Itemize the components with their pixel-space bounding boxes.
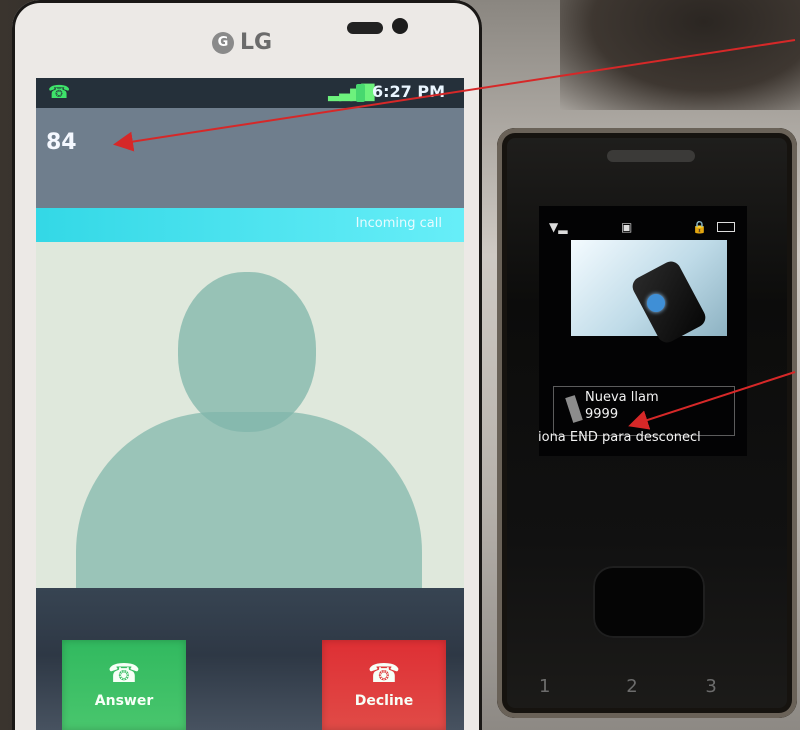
earpiece bbox=[347, 22, 383, 34]
flip-phone: ▼▂ ▣ 🔒 Nueva llam 9999 iona END para des… bbox=[497, 128, 797, 718]
avatar-body bbox=[76, 412, 422, 588]
flip-call-label: Nueva llam bbox=[585, 390, 659, 405]
lock-icon: 🔒 bbox=[692, 220, 707, 234]
flip-status-bar: ▼▂ ▣ 🔒 bbox=[549, 220, 739, 234]
caller-header: 84 bbox=[36, 108, 464, 208]
lg-logo: G LG bbox=[212, 30, 272, 55]
phone-icon: ☎ bbox=[107, 659, 141, 689]
lg-logo-text: LG bbox=[240, 30, 273, 55]
decline-label: Decline bbox=[354, 693, 414, 709]
navigation-key[interactable] bbox=[593, 566, 705, 638]
phone-image bbox=[629, 258, 709, 346]
incoming-call-label: Incoming call bbox=[355, 216, 442, 231]
avatar-head bbox=[178, 272, 316, 432]
hangup-icon: ☎ bbox=[367, 659, 401, 689]
message-icon: ▣ bbox=[621, 220, 633, 234]
flip-wallpaper bbox=[571, 240, 727, 346]
lg-screen: ☎ ▂▃▅▇ 6:27 PM 84 Incoming call ☎ Answer bbox=[36, 78, 464, 730]
phone-top-bezel: G LG bbox=[12, 0, 482, 80]
phone-icon: ☎ bbox=[48, 82, 71, 103]
flip-end-note: iona END para desconecl bbox=[539, 430, 701, 445]
signal-icon: ▼▂ bbox=[549, 220, 568, 234]
flip-speaker bbox=[607, 150, 695, 162]
incoming-call-bar: Incoming call bbox=[36, 208, 464, 242]
key-3[interactable]: 3 bbox=[705, 676, 716, 697]
key-1[interactable]: 1 bbox=[539, 676, 550, 697]
answer-label: Answer bbox=[94, 693, 154, 709]
contact-photo-area bbox=[36, 242, 464, 588]
battery-icon bbox=[356, 84, 365, 102]
key-2[interactable]: 2 bbox=[626, 676, 637, 697]
flip-screen: ▼▂ ▣ 🔒 Nueva llam 9999 iona END para des… bbox=[539, 206, 747, 456]
keypad-row: 1 2 3 bbox=[539, 676, 755, 706]
status-time: 6:27 PM bbox=[372, 82, 446, 101]
caller-number: 84 bbox=[46, 130, 77, 155]
photo-scene: G LG ☎ ▂▃▅▇ 6:27 PM 84 Incoming call ☎ A… bbox=[0, 0, 800, 730]
decline-button[interactable]: ☎ Decline bbox=[322, 640, 446, 730]
lg-phone: G LG ☎ ▂▃▅▇ 6:27 PM 84 Incoming call ☎ A… bbox=[12, 0, 482, 730]
battery-icon bbox=[717, 222, 735, 232]
status-bar: ☎ ▂▃▅▇ 6:27 PM bbox=[36, 78, 464, 108]
front-sensor bbox=[392, 18, 408, 34]
flip-call-number: 9999 bbox=[585, 407, 619, 422]
answer-button[interactable]: ☎ Answer bbox=[62, 640, 186, 730]
signal-icon: ▂▃▅▇ bbox=[328, 82, 374, 102]
lg-logo-mark: G bbox=[212, 31, 234, 54]
dark-corner bbox=[560, 0, 800, 110]
bluetooth-dot bbox=[647, 294, 665, 312]
